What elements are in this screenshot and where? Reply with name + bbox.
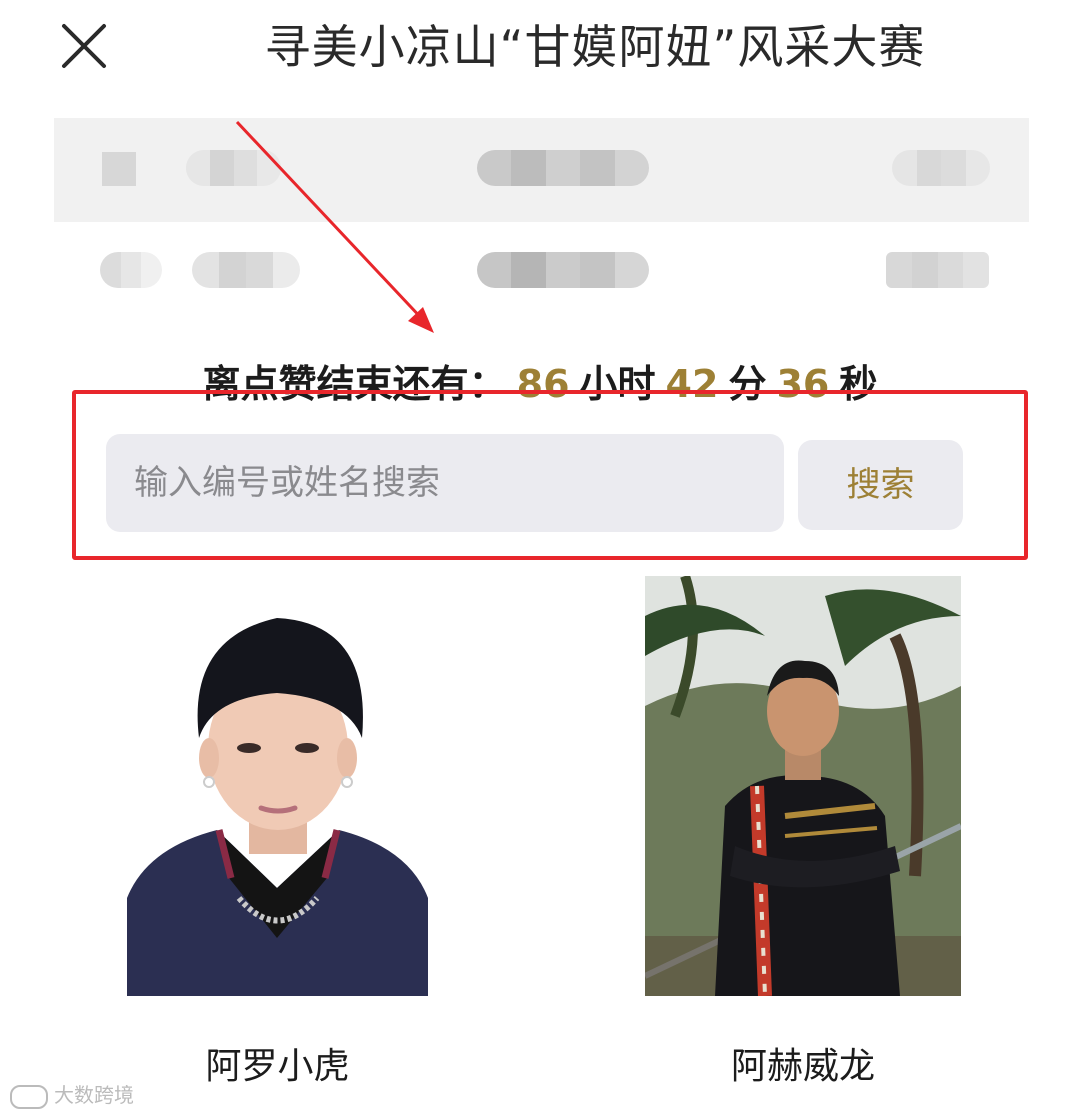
watermark: 大数跨境 xyxy=(10,1080,170,1110)
stats-panel-row xyxy=(0,226,1080,296)
contestant-photo[interactable] xyxy=(127,598,428,996)
blurred-stat xyxy=(477,252,649,288)
page-title: 寻美小凉山“甘嫫阿妞”风采大赛 xyxy=(264,20,926,74)
annotation-arrow-icon xyxy=(235,120,434,333)
close-icon xyxy=(62,24,106,68)
contestant-portrait-image xyxy=(127,598,428,996)
contestant-name[interactable]: 阿罗小虎 xyxy=(127,1042,428,1092)
blurred-stat xyxy=(892,150,990,186)
watermark-logo-icon xyxy=(10,1084,48,1109)
contestant-photo[interactable] xyxy=(645,576,961,996)
close-button[interactable] xyxy=(58,20,110,72)
blurred-stat xyxy=(886,252,989,288)
stats-panel xyxy=(54,118,1029,222)
contestant-portrait-image xyxy=(645,576,961,996)
blurred-stat xyxy=(102,152,136,186)
watermark-text: 大数跨境 xyxy=(54,1083,134,1107)
blurred-stat xyxy=(100,252,162,288)
contestant-name[interactable]: 阿赫威龙 xyxy=(645,1042,961,1092)
blurred-stat xyxy=(477,150,649,186)
annotation-highlight-box xyxy=(72,390,1028,560)
